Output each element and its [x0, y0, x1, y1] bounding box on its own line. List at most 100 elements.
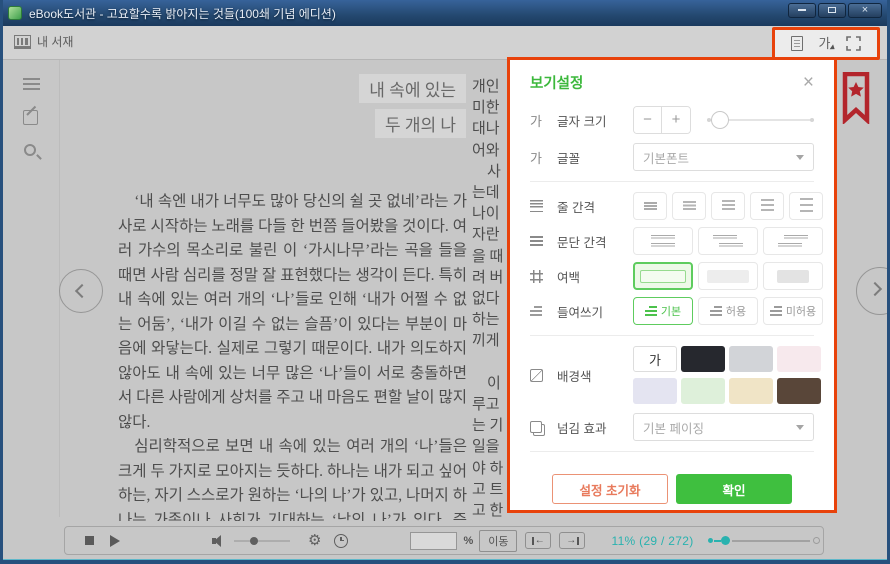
page-effect-label: 넘김 효과 — [557, 418, 633, 437]
minimize-button[interactable] — [788, 3, 816, 18]
ebook-reader-window: eBook도서관 - 고요할수록 밝아지는 것들(100쇄 기념 에디션) × … — [0, 0, 890, 564]
progress-slider-handle[interactable] — [721, 536, 730, 545]
fullscreen-icon[interactable] — [846, 36, 861, 51]
window-title: eBook도서관 - 고요할수록 밝아지는 것들(100쇄 기념 에디션) — [29, 5, 336, 22]
bg-color-swatches: 가 — [633, 346, 821, 404]
bg-color-swatch-8[interactable] — [777, 378, 821, 404]
font-size-increase-button[interactable]: + — [662, 107, 690, 133]
bookshelf-icon — [14, 35, 31, 49]
background-color-label: 배경색 — [557, 366, 633, 385]
view-settings-panel: 보기설정 × 가 글자 크기 − + 가 글꼴 기본폰트 — [507, 57, 837, 513]
page-layout-icon[interactable] — [791, 36, 803, 51]
font-size-icon: 가 — [530, 111, 557, 130]
bookmark-ribbon-icon[interactable] — [842, 72, 870, 124]
panel-close-icon[interactable]: × — [803, 73, 814, 92]
indent-option-default-selected[interactable]: 기본 — [633, 297, 693, 325]
page-effect-value: 기본 페이징 — [643, 418, 704, 437]
reading-progress-slider[interactable] — [708, 535, 820, 546]
font-family-value: 기본폰트 — [643, 148, 689, 167]
bg-color-swatch-5[interactable] — [633, 378, 677, 404]
chevron-down-icon — [796, 155, 804, 160]
book-paragraph: ‘내 속엔 내가 너무도 많아 당신의 쉴 곳 없네’라는 가사로 시작하는 노… — [118, 190, 467, 435]
close-button[interactable]: × — [848, 3, 882, 18]
app-icon — [8, 6, 22, 20]
paragraph-spacing-option-1[interactable] — [633, 227, 693, 255]
bg-color-swatch-3[interactable] — [729, 346, 773, 372]
margin-option-1-selected[interactable] — [633, 262, 693, 290]
volume-slider-handle[interactable] — [250, 537, 258, 545]
font-size-decrease-button[interactable]: − — [634, 107, 662, 133]
go-to-end-button[interactable]: → — [559, 532, 585, 549]
book-text: ‘내 속엔 내가 너무도 많아 당신의 쉴 곳 없네’라는 가사로 시작하는 노… — [118, 190, 467, 558]
font-size-label: 글자 크기 — [557, 111, 633, 130]
paragraph-spacing-option-3[interactable] — [763, 227, 823, 255]
view-settings-icon[interactable]: 가 — [819, 36, 831, 51]
indent-icon — [530, 306, 557, 316]
bg-color-swatch-7[interactable] — [729, 378, 773, 404]
bg-color-swatch-2[interactable] — [681, 346, 725, 372]
volume-icon[interactable] — [212, 535, 226, 547]
font-size-slider[interactable] — [707, 110, 814, 130]
background-color-icon — [530, 369, 557, 382]
top-toolbar: 내 서재 가 — [0, 26, 890, 60]
chapter-title: 내 속에 있는 두 개의 나 — [283, 74, 466, 144]
margin-option-3[interactable] — [763, 262, 823, 290]
chevron-right-icon — [868, 282, 882, 296]
line-spacing-option-4[interactable] — [750, 192, 784, 220]
margin-label: 여백 — [557, 267, 633, 286]
font-size-stepper: − + — [633, 106, 691, 134]
font-family-select[interactable]: 기본폰트 — [633, 143, 814, 171]
chapter-title-line1: 내 속에 있는 — [359, 74, 466, 103]
volume-slider[interactable] — [234, 537, 290, 545]
divider — [530, 181, 814, 182]
minimize-icon — [798, 9, 806, 11]
bottom-toolbar: ⚙ % 이동 ← → 11% (29 / 272) — [0, 521, 890, 557]
next-page-button[interactable] — [856, 267, 890, 315]
font-size-slider-handle[interactable] — [711, 111, 729, 129]
note-edit-icon[interactable] — [23, 110, 38, 125]
font-family-icon: 가 — [530, 148, 557, 167]
confirm-button[interactable]: 확인 — [676, 474, 792, 504]
chevron-down-icon — [796, 425, 804, 430]
tts-stop-button[interactable] — [85, 536, 94, 545]
panel-title: 보기설정 — [530, 72, 583, 93]
my-library-label: 내 서재 — [37, 33, 73, 50]
go-to-start-button[interactable]: ← — [525, 532, 551, 549]
line-spacing-option-1[interactable] — [633, 192, 667, 220]
timer-icon[interactable] — [334, 534, 348, 548]
indent-label: 들여쓰기 — [557, 302, 633, 321]
reading-progress-text: 11% (29 / 272) — [611, 534, 693, 548]
search-icon[interactable] — [24, 144, 36, 156]
table-of-contents-icon[interactable] — [23, 78, 40, 90]
divider — [530, 335, 814, 336]
paragraph-spacing-icon — [530, 236, 557, 246]
page-effect-select[interactable]: 기본 페이징 — [633, 413, 814, 441]
chapter-title-line2: 두 개의 나 — [375, 109, 466, 138]
titlebar: eBook도서관 - 고요할수록 밝아지는 것들(100쇄 기념 에디션) × — [0, 0, 890, 26]
maximize-button[interactable] — [818, 3, 846, 18]
line-spacing-option-5[interactable] — [789, 192, 823, 220]
line-spacing-label: 줄 간격 — [557, 197, 633, 216]
tts-play-button[interactable] — [110, 535, 120, 547]
page-effect-icon — [530, 421, 557, 433]
bg-color-swatch-1[interactable]: 가 — [633, 346, 677, 372]
bg-color-swatch-4[interactable] — [777, 346, 821, 372]
font-family-label: 글꼴 — [557, 148, 633, 167]
paragraph-spacing-option-2[interactable] — [698, 227, 758, 255]
indent-option-allow[interactable]: 허용 — [698, 297, 758, 325]
paragraph-spacing-label: 문단 간격 — [557, 232, 633, 251]
previous-page-button[interactable] — [59, 269, 103, 313]
line-spacing-option-2[interactable] — [672, 192, 706, 220]
my-library-button[interactable]: 내 서재 — [14, 33, 73, 50]
indent-option-disallow[interactable]: 미허용 — [763, 297, 823, 325]
reset-settings-button[interactable]: 설정 초기화 — [552, 474, 668, 504]
gear-icon[interactable]: ⚙ — [308, 533, 321, 548]
annotation-box-toolbar: 가 — [772, 27, 880, 60]
margin-option-2[interactable] — [698, 262, 758, 290]
divider — [530, 451, 814, 452]
line-spacing-option-3[interactable] — [711, 192, 745, 220]
percent-input[interactable] — [410, 532, 457, 550]
bg-color-swatch-6[interactable] — [681, 378, 725, 404]
goto-button[interactable]: 이동 — [479, 530, 517, 552]
percent-sign: % — [463, 535, 473, 547]
